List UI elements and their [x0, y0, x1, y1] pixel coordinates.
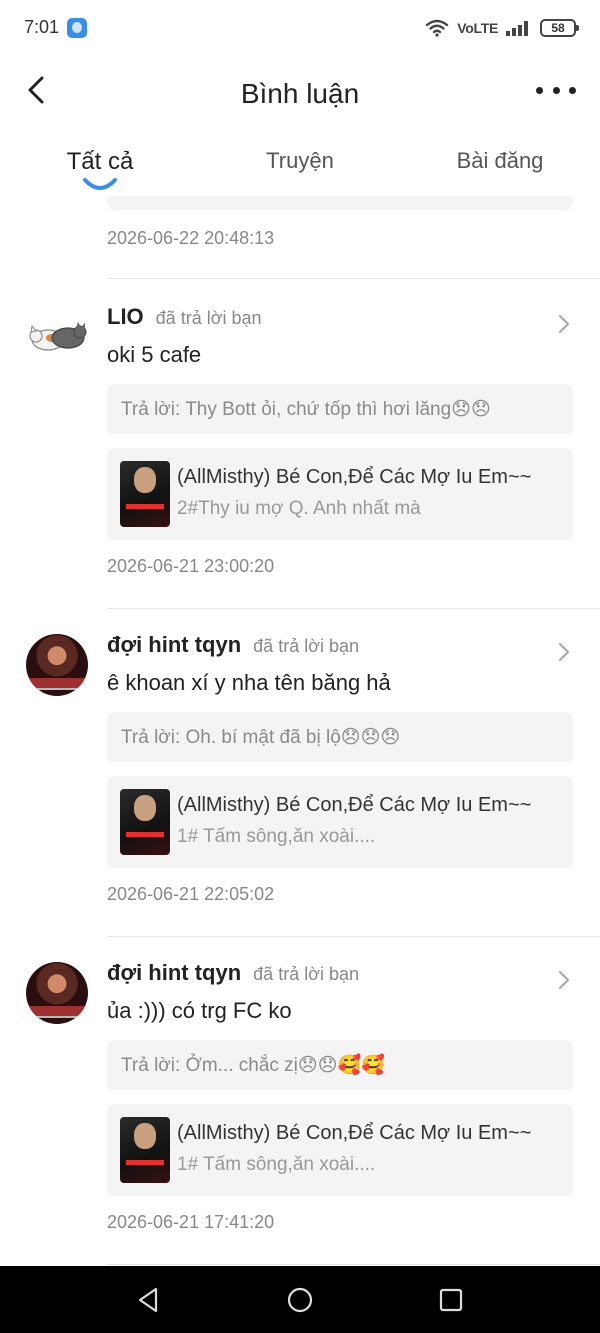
nav-back-icon[interactable] — [134, 1285, 164, 1315]
comment-text: ủa :))) có trg FC ko — [107, 998, 292, 1023]
more-options-button[interactable] — [536, 80, 576, 100]
signal-icon — [506, 20, 532, 36]
battery-icon: 58 — [540, 19, 579, 37]
story-card[interactable]: (AllMisthy) Bé Con,Để Các Mợ Iu Em~~ 2#T… — [107, 448, 573, 540]
chevron-right-icon[interactable] — [558, 970, 570, 990]
action-text: đã trả lời bạn — [253, 964, 360, 984]
header: Bình luận — [0, 56, 600, 132]
comment-timestamp: 2026-06-21 22:05:02 — [107, 884, 275, 904]
avatar[interactable] — [26, 634, 88, 696]
avatar[interactable] — [26, 962, 88, 1024]
active-tab-indicator — [83, 178, 117, 190]
status-indicators: VoLTE 58 — [425, 15, 579, 41]
story-chapter: 2#Thy iu mợ Q. Anh nhất mà — [177, 498, 421, 519]
tab-stories[interactable]: Truyện — [250, 148, 350, 174]
comment-item[interactable]: đợi hint tqyn đã trả lời bạn ê khoan xí … — [0, 608, 600, 938]
comment-header: đợi hint tqyn đã trả lời bạn — [107, 632, 359, 658]
story-thumbnail — [120, 1117, 170, 1183]
status-bar: 7:01 VoLTE 58 — [0, 0, 600, 56]
comment-item[interactable]: đợi hint tqyn đã trả lời bạn ủa :))) có … — [0, 936, 600, 1266]
story-card[interactable]: (AllMisthy) Bé Con,Để Các Mợ Iu Em~~ 1# … — [107, 1104, 573, 1196]
username[interactable]: đợi hint tqyn — [107, 960, 241, 986]
chevron-right-icon[interactable] — [558, 314, 570, 334]
username[interactable]: đợi hint tqyn — [107, 632, 241, 658]
story-card[interactable]: (AllMisthy) Bé Con,Để Các Mợ Iu Em~~ 1# … — [107, 776, 573, 868]
tab-posts[interactable]: Bài đăng — [440, 148, 560, 174]
comment-header: đợi hint tqyn đã trả lời bạn — [107, 960, 359, 986]
comment-timestamp: 2026-06-21 23:00:20 — [107, 556, 275, 576]
story-title: (AllMisthy) Bé Con,Để Các Mợ Iu Em~~ — [177, 466, 532, 488]
username[interactable]: LIO — [107, 304, 144, 330]
comment-text: oki 5 cafe — [107, 342, 202, 367]
reply-quote: Trả lời: Thy Bott ỏi, chứ tốp thì hơi lă… — [107, 384, 573, 434]
cat-avatar-icon — [29, 322, 87, 351]
comment-timestamp: 2026-06-21 17:41:20 — [107, 1212, 275, 1232]
story-chapter: 1# Tấm sông,ăn xoài.... — [177, 1154, 376, 1175]
comment-text: ê khoan xí y nha tên băng hả — [107, 670, 391, 695]
page-title: Bình luận — [240, 78, 360, 109]
avatar[interactable] — [26, 306, 88, 368]
reply-quote: Trả lời: Ởm... chắc zị😞😞🥰🥰 — [107, 1040, 573, 1090]
nav-recents-icon[interactable] — [436, 1285, 466, 1315]
reply-quote: Trả lời: Oh. bí mật đã bị lộ😞😞😞 — [107, 712, 573, 762]
previous-story-card[interactable] — [107, 196, 573, 210]
tab-all[interactable]: Tất cả — [50, 148, 150, 176]
story-thumbnail — [120, 789, 170, 855]
story-title: (AllMisthy) Bé Con,Để Các Mợ Iu Em~~ — [177, 794, 532, 816]
comment-timestamp: 2026-06-22 20:48:13 — [107, 228, 275, 248]
app-notification-icon — [67, 18, 87, 38]
action-text: đã trả lời bạn — [253, 636, 360, 656]
system-nav-bar — [0, 1266, 600, 1333]
action-text: đã trả lời bạn — [155, 308, 262, 328]
story-title: (AllMisthy) Bé Con,Để Các Mợ Iu Em~~ — [177, 1122, 532, 1144]
chevron-right-icon[interactable] — [558, 642, 570, 662]
comment-item[interactable]: LIO đã trả lời bạn oki 5 cafe Trả lời: T… — [0, 280, 600, 610]
more-dot-icon — [536, 86, 543, 94]
network-type: VoLTE — [457, 20, 498, 36]
wifi-icon — [425, 19, 449, 37]
comment-feed[interactable]: 2026-06-22 20:48:13 LIO đã trả lời bạn o… — [0, 196, 600, 1266]
divider — [107, 1264, 600, 1265]
story-chapter: 1# Tấm sông,ăn xoài.... — [177, 826, 376, 847]
nav-home-icon[interactable] — [285, 1285, 315, 1315]
story-thumbnail — [120, 461, 170, 527]
comment-header: LIO đã trả lời bạn — [107, 304, 262, 330]
tab-bar: Tất cả Truyện Bài đăng — [0, 132, 600, 202]
more-dot-icon — [552, 86, 560, 94]
status-time: 7:01 — [24, 17, 60, 37]
divider — [107, 278, 600, 279]
more-dot-icon — [569, 86, 576, 94]
